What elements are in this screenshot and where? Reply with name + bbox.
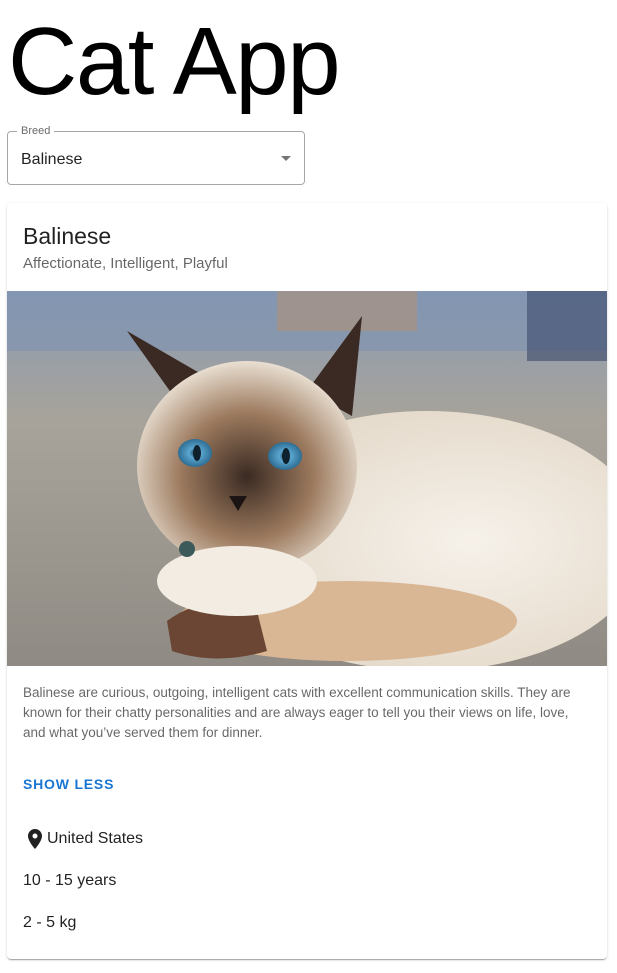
breed-select-value: Balinese [21,151,83,168]
cat-photo [7,291,607,666]
show-less-button[interactable]: SHOW LESS [23,775,114,793]
card-subtitle: Affectionate, Intelligent, Playful [23,255,228,272]
card-title: Balinese [23,223,112,249]
page: Cat App Breed Balinese Balinese Affectio… [0,0,617,973]
origin-row: United States [23,827,143,851]
weight-text: 2 - 5 kg [23,914,77,931]
origin-text: United States [47,830,144,847]
breed-card: Balinese Affectionate, Intelligent, Play… [7,203,607,959]
location-pin-icon [28,829,42,849]
life-span-text: 10 - 15 years [23,872,117,889]
breed-select-label: Breed [17,124,55,138]
arrow-drop-down-icon [281,156,291,161]
breed-select[interactable]: Breed Balinese [7,124,305,185]
app-title: Cat App [8,8,341,115]
breed-description: Balinese are curious, outgoing, intellig… [23,685,571,740]
